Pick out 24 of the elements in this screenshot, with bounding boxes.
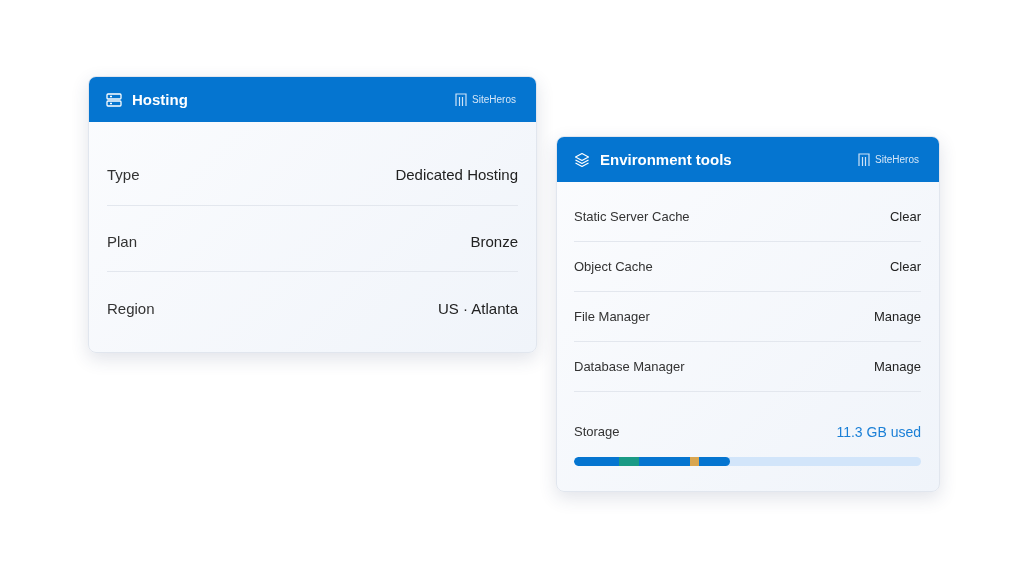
field-label: Plan xyxy=(107,233,138,250)
brand-name: SiteHeros xyxy=(472,94,516,105)
logo-icon xyxy=(858,152,871,167)
field-value: Bronze xyxy=(470,233,518,250)
field-value: Dedicated Hosting xyxy=(395,166,518,183)
action-link[interactable]: Clear xyxy=(889,259,921,274)
layers-icon xyxy=(574,151,590,168)
field-label: Type xyxy=(107,166,140,183)
action-link[interactable]: Clear xyxy=(889,209,921,224)
field-value: US · Atlanta xyxy=(437,299,518,317)
tool-label: Object Cache xyxy=(574,259,653,274)
brand-name: SiteHeros xyxy=(875,154,919,165)
tool-label: Database Manager xyxy=(574,359,685,374)
storage-label: Storage xyxy=(574,424,620,440)
card-title: Environment tools xyxy=(600,151,733,168)
server-icon xyxy=(106,92,122,107)
field-label: Region xyxy=(107,299,155,317)
tool-label: Static Server Cache xyxy=(574,209,690,224)
storage-reading: 11.3 GB used xyxy=(836,424,921,440)
logo-icon xyxy=(455,92,468,107)
card-title: Hosting xyxy=(132,91,189,108)
tool-label: File Manager xyxy=(574,309,650,324)
action-link[interactable]: Manage xyxy=(874,359,921,374)
action-link[interactable]: Manage xyxy=(874,309,921,324)
